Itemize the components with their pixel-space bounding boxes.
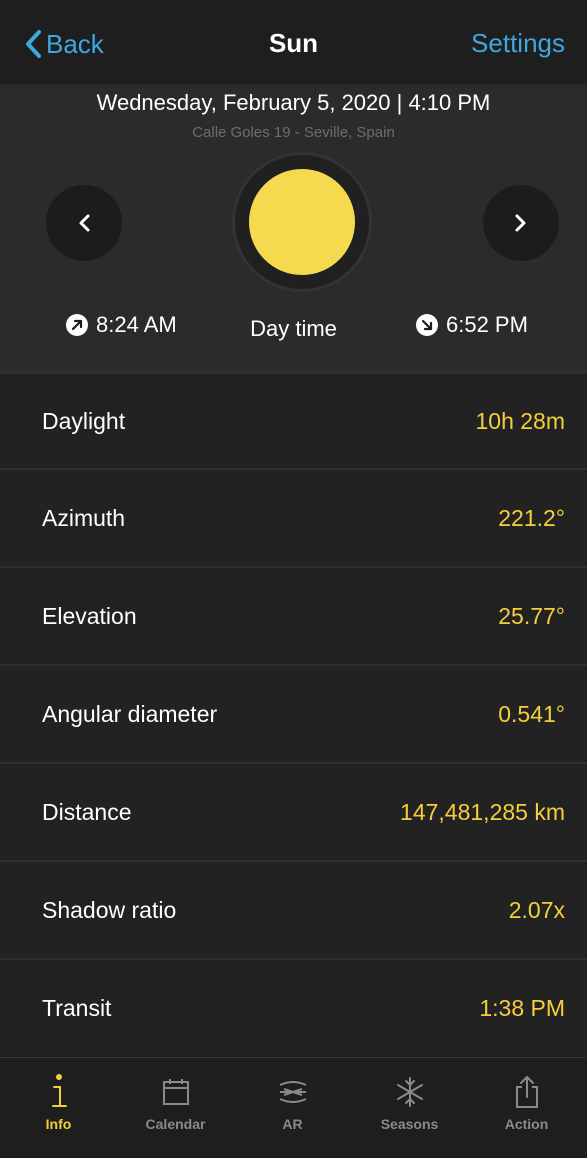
- sun-icon: [249, 169, 355, 275]
- tab-label: Info: [45, 1116, 72, 1132]
- row-label: Transit: [42, 994, 112, 1021]
- row-label: Azimuth: [42, 504, 126, 531]
- row-value: 221.2°: [498, 504, 565, 531]
- chevron-right-icon: [515, 214, 526, 232]
- list-item-shadow-ratio: Shadow ratio 2.07x: [0, 860, 587, 958]
- row-label: Daylight: [42, 407, 126, 434]
- back-button[interactable]: Back: [24, 24, 104, 64]
- tab-action[interactable]: Action: [468, 1068, 585, 1148]
- calendar-icon: [162, 1079, 189, 1105]
- row-label: Distance: [42, 798, 132, 825]
- tab-ar[interactable]: AR: [234, 1068, 351, 1148]
- navigation-bar: Back Sun Settings: [0, 0, 587, 84]
- sunset-arrow-icon: [416, 314, 438, 336]
- previous-day-button[interactable]: [46, 185, 122, 261]
- chevron-left-icon: [26, 30, 41, 58]
- list-item-elevation: Elevation 25.77°: [0, 566, 587, 664]
- list-item-transit: Transit 1:38 PM: [0, 958, 587, 1056]
- row-value: 147,481,285 km: [400, 798, 565, 825]
- tab-calendar[interactable]: Calendar: [117, 1068, 234, 1148]
- ar-icon: [279, 1081, 306, 1103]
- row-label: Shadow ratio: [42, 896, 177, 923]
- row-value: 1:38 PM: [479, 994, 565, 1021]
- row-label: Angular diameter: [42, 700, 218, 727]
- sun-header: Wednesday, February 5, 2020 | 4:10 PM Ca…: [0, 84, 587, 370]
- list-item-distance: Distance 147,481,285 km: [0, 762, 587, 860]
- info-icon: [51, 1074, 67, 1107]
- list-item-azimuth: Azimuth 221.2°: [0, 468, 587, 566]
- tab-label: Seasons: [380, 1116, 439, 1132]
- date-time: Wednesday, February 5, 2020 | 4:10 PM: [96, 90, 491, 115]
- sun-info-list: Daylight 10h 28m Azimuth 221.2° Elevatio…: [0, 370, 587, 1056]
- row-label: Elevation: [42, 602, 137, 629]
- tab-seasons[interactable]: Seasons: [351, 1068, 468, 1148]
- share-icon: [515, 1076, 538, 1108]
- settings-button[interactable]: Settings: [471, 28, 565, 59]
- tab-info[interactable]: Info: [0, 1068, 117, 1148]
- row-value: 0.541°: [498, 700, 565, 727]
- row-value: 25.77°: [498, 602, 565, 629]
- sunset-time: 6:52 PM: [446, 312, 528, 337]
- chevron-left-icon: [79, 214, 90, 232]
- next-day-button[interactable]: [483, 185, 559, 261]
- list-item-daylight: Daylight 10h 28m: [0, 370, 587, 468]
- tab-bar: Info Calendar AR Seasons Action: [0, 1057, 587, 1158]
- sunset: 6:52 PM: [416, 312, 528, 338]
- location-address: Calle Goles 19 - Seville, Spain: [192, 124, 395, 141]
- tab-label: Calendar: [145, 1116, 206, 1132]
- snowflake-icon: [396, 1077, 423, 1107]
- list-item-angular-diameter: Angular diameter 0.541°: [0, 664, 587, 762]
- back-label: Back: [46, 28, 104, 59]
- tab-label: AR: [282, 1116, 303, 1132]
- tab-label: Action: [504, 1116, 549, 1132]
- sun-indicator: [232, 152, 372, 292]
- row-value: 10h 28m: [475, 407, 565, 434]
- sun-times: 8:24 AM Day time 6:52 PM: [0, 312, 587, 348]
- row-value: 2.07x: [508, 896, 565, 923]
